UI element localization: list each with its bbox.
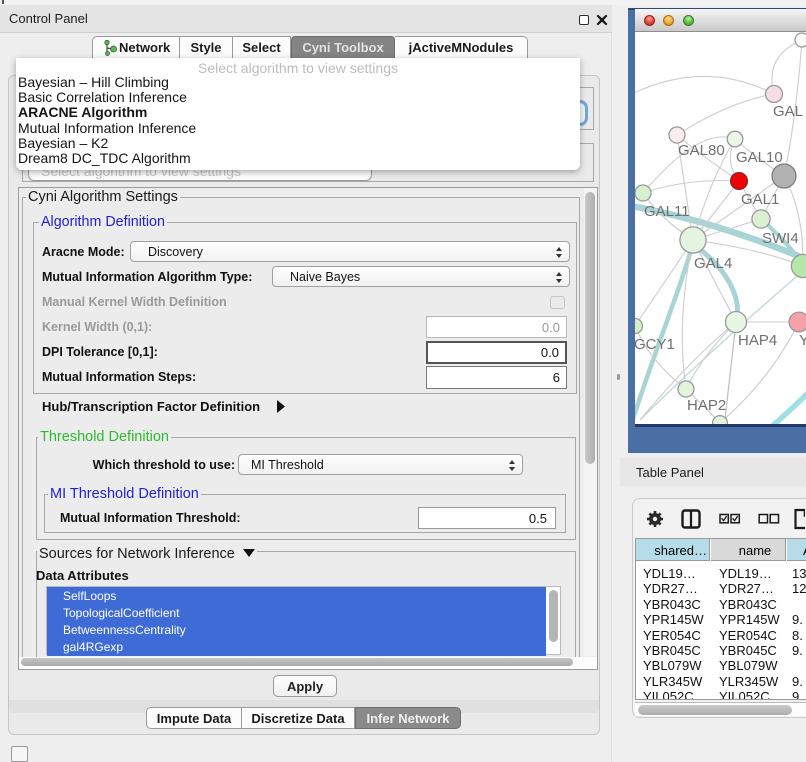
svg-text:HAP4: HAP4 [738, 332, 777, 349]
svg-text:GAL80: GAL80 [678, 142, 725, 159]
svg-text:GAL11: GAL11 [644, 203, 690, 220]
svg-text:GAL4: GAL4 [694, 255, 732, 272]
svg-text:GAL: GAL [773, 103, 803, 120]
svg-text:GCY1: GCY1 [635, 336, 675, 353]
svg-text:SWI4: SWI4 [762, 230, 799, 247]
svg-text:HAP2: HAP2 [687, 397, 726, 414]
svg-text:Y: Y [799, 332, 806, 349]
svg-text:GAL1: GAL1 [741, 191, 779, 208]
svg-text:GAL10: GAL10 [736, 149, 783, 166]
